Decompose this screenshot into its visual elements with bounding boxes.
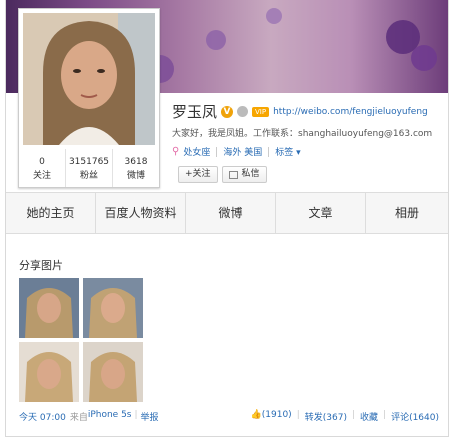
- profile-stats: 0 关注 3151765 粉丝 3618 微博: [19, 149, 159, 187]
- tab-weibo[interactable]: 微博: [186, 193, 276, 233]
- profile-tabs: 她的主页 百度人物资料 微博 文章 相册: [6, 192, 448, 234]
- tag-location[interactable]: 海外 美国: [223, 145, 262, 158]
- profile-tags: ⚲ 处女座 海外 美国 标签 ▾: [172, 145, 301, 158]
- post-source[interactable]: iPhone 5s: [88, 410, 132, 423]
- shared-photo[interactable]: [19, 342, 79, 402]
- message-button[interactable]: 私信: [221, 166, 267, 183]
- tab-articles[interactable]: 文章: [276, 193, 366, 233]
- section-title: 分享图片: [19, 259, 63, 272]
- shared-photo[interactable]: [19, 278, 79, 338]
- stat-followers[interactable]: 3151765 粉丝: [66, 149, 113, 187]
- divider: [216, 146, 218, 157]
- post-actions: 👍(1910) | 转发(367) | 收藏 | 评论(1640): [251, 410, 439, 423]
- shared-photo[interactable]: [83, 278, 143, 338]
- location-pin-icon: ⚲: [172, 146, 180, 157]
- tag-zodiac[interactable]: 处女座: [183, 145, 210, 158]
- comment-button[interactable]: 评论(1640): [391, 410, 439, 423]
- divider: |: [383, 410, 387, 420]
- vip-badge[interactable]: VIP: [252, 106, 270, 117]
- thumb-up-icon: 👍: [250, 410, 262, 420]
- divider: |: [296, 410, 300, 420]
- weibo-profile: 0 关注 3151765 粉丝 3618 微博 罗玉凤 V VIP http:/…: [5, 0, 449, 437]
- photo-grid: [19, 278, 144, 402]
- tab-baidu-profile[interactable]: 百度人物资料: [96, 193, 186, 233]
- shared-photo[interactable]: [83, 342, 143, 402]
- mail-icon: [228, 170, 238, 179]
- emoji-icon: [237, 106, 249, 117]
- profile-description: 大家好，我是凤姐。工作联系：shanghailuoyufeng@163.com: [172, 129, 433, 139]
- post-footer: 今天 07:00 来自 iPhone 5s | 举报 👍(1910) | 转发(…: [19, 410, 439, 423]
- favorite-button[interactable]: 收藏: [360, 410, 378, 423]
- divider: [268, 146, 270, 157]
- source-prefix: 来自: [69, 413, 88, 423]
- divider: |: [351, 410, 355, 420]
- name-row: 罗玉凤 V VIP http://weibo.com/fengjieluoyuf…: [172, 101, 428, 122]
- tab-home[interactable]: 她的主页: [6, 193, 96, 233]
- action-buttons: +关注 私信: [178, 166, 267, 183]
- profile-card: 0 关注 3151765 粉丝 3618 微博: [18, 8, 160, 188]
- profile-url[interactable]: http://weibo.com/fengjieluoyufeng: [273, 107, 428, 117]
- follow-button[interactable]: +关注: [178, 166, 218, 183]
- post-time[interactable]: 今天 07:00: [19, 410, 66, 423]
- like-button[interactable]: 👍(1910): [251, 410, 292, 423]
- avatar[interactable]: [23, 13, 155, 145]
- tab-album[interactable]: 相册: [366, 193, 448, 233]
- stat-following[interactable]: 0 关注: [19, 149, 66, 187]
- repost-button[interactable]: 转发(367): [305, 410, 347, 423]
- stat-posts[interactable]: 3618 微博: [113, 149, 159, 187]
- report-link[interactable]: 举报: [141, 410, 159, 423]
- divider: |: [134, 410, 138, 420]
- tag-dropdown[interactable]: 标签 ▾: [275, 145, 300, 158]
- verified-v-icon: V: [221, 105, 234, 118]
- profile-name: 罗玉凤: [172, 103, 218, 121]
